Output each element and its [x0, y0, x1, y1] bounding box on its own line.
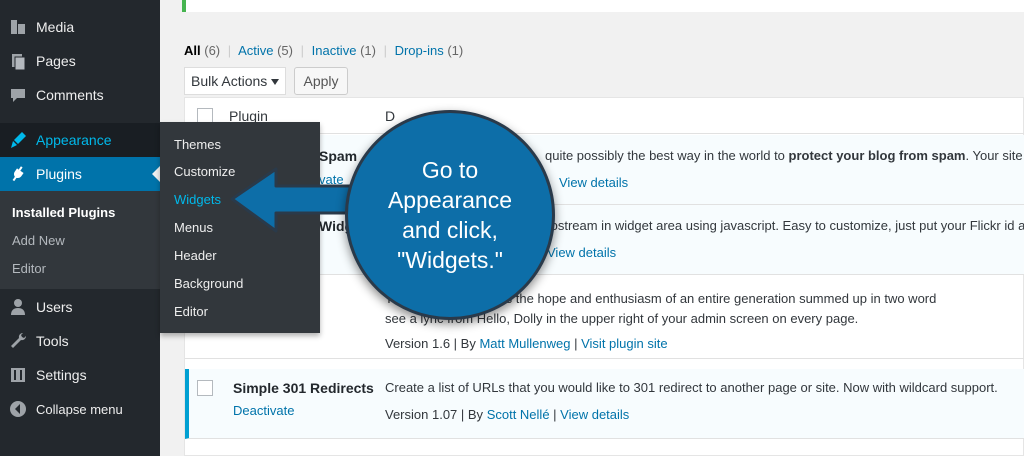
- sidebar-item-label: Pages: [36, 53, 76, 69]
- view-details-link[interactable]: View details: [559, 175, 628, 190]
- sidebar-item-settings[interactable]: Settings: [0, 358, 160, 392]
- sidebar-item-appearance[interactable]: Appearance: [0, 123, 160, 157]
- flyout-item-editor[interactable]: Editor: [174, 304, 208, 319]
- plugin-version: Version 1.07: [385, 407, 458, 422]
- sidebar-item-label: Comments: [36, 87, 104, 103]
- column-header-description: D: [385, 108, 396, 124]
- flyout-item-menus[interactable]: Menus: [174, 220, 213, 235]
- plugin-checkbox[interactable]: [197, 380, 213, 396]
- tools-icon: [0, 331, 36, 351]
- sidebar-item-label: Settings: [36, 367, 87, 383]
- sidebar-item-pages[interactable]: Pages: [0, 44, 160, 78]
- plugin-description: Create a list of URLs that you would lik…: [385, 380, 998, 395]
- comments-icon: [0, 85, 36, 105]
- apply-button[interactable]: Apply: [294, 67, 348, 95]
- bulk-actions-label: Bulk Actions: [191, 73, 268, 89]
- dropdown-arrow-icon: [271, 79, 279, 85]
- filter-separator: |: [227, 43, 232, 58]
- admin-notice: [182, 0, 1024, 12]
- media-icon: [0, 17, 36, 37]
- bulk-actions-select[interactable]: Bulk Actions: [184, 67, 286, 95]
- by-label: By: [467, 407, 484, 422]
- plugin-status-filters: All (6) | Active (5) | Inactive (1) | Dr…: [184, 43, 463, 58]
- sidebar-item-label: Tools: [36, 333, 69, 349]
- visit-plugin-site-link[interactable]: Visit plugin site: [581, 336, 667, 351]
- submenu-editor[interactable]: Editor: [12, 261, 46, 276]
- author-link[interactable]: Scott Nellé: [487, 407, 550, 422]
- view-details-link[interactable]: View details: [547, 245, 616, 260]
- flyout-item-background[interactable]: Background: [174, 276, 243, 291]
- plugin-name: Spam: [319, 148, 358, 164]
- deactivate-link[interactable]: vate: [319, 172, 344, 187]
- flyout-item-header[interactable]: Header: [174, 248, 217, 263]
- filter-separator: |: [300, 43, 304, 58]
- plugin-description: tostream in widget area using javascript…: [547, 218, 1024, 233]
- filter-all-count: (6): [204, 43, 221, 58]
- filter-dropins-count: (1): [447, 43, 464, 58]
- filter-active-count: (5): [277, 43, 293, 58]
- plugin-version: Version 1.6: [385, 336, 451, 351]
- sidebar-item-users[interactable]: Users: [0, 290, 160, 324]
- current-menu-caret: [152, 166, 160, 182]
- sidebar-item-label: Appearance: [36, 132, 112, 148]
- callout-line: "Widgets.": [397, 247, 503, 273]
- by-label: By: [460, 336, 476, 351]
- filter-all[interactable]: All: [184, 43, 201, 58]
- pages-icon: [0, 51, 36, 71]
- filter-separator: |: [383, 43, 387, 58]
- sidebar-item-media[interactable]: Media: [0, 10, 160, 44]
- admin-sidebar: Media Pages Comments Appearance Plugins …: [0, 0, 160, 456]
- filter-inactive-count: (1): [360, 43, 376, 58]
- sidebar-item-label: Media: [36, 19, 75, 35]
- sidebar-item-collapse[interactable]: Collapse menu: [0, 392, 160, 426]
- sidebar-item-tools[interactable]: Tools: [0, 324, 160, 358]
- description-text: . Your site: [965, 148, 1023, 163]
- plugin-name: Simple 301 Redirects: [233, 380, 374, 396]
- submenu-add-new[interactable]: Add New: [12, 233, 65, 248]
- plugin-meta: Version 1.6 | By Matt Mullenweg | Visit …: [385, 336, 668, 351]
- filter-inactive[interactable]: Inactive: [312, 43, 357, 58]
- appearance-flyout-menu: Themes Customize Widgets Menus Header Ba…: [160, 122, 320, 333]
- plugins-submenu: Installed Plugins Add New Editor: [0, 191, 160, 289]
- filter-active[interactable]: Active: [238, 43, 273, 58]
- plugin-meta: View details: [547, 245, 616, 260]
- deactivate-link[interactable]: Deactivate: [233, 403, 294, 418]
- callout-line: and click,: [402, 217, 498, 243]
- settings-icon: [0, 365, 36, 385]
- sidebar-item-label: Users: [36, 299, 73, 315]
- table-row: Simple 301 Redirects Deactivate Create a…: [185, 369, 1024, 439]
- flyout-item-customize[interactable]: Customize: [174, 164, 235, 179]
- users-icon: [0, 297, 36, 317]
- callout-line: Appearance: [387, 187, 513, 213]
- plugins-icon: [0, 164, 36, 184]
- collapse-icon: [0, 399, 36, 419]
- sidebar-item-label: Plugins: [36, 166, 82, 182]
- instruction-callout: Go to Appearance and click, "Widgets.": [345, 110, 555, 320]
- submenu-installed-plugins[interactable]: Installed Plugins: [12, 205, 115, 220]
- author-link[interactable]: Matt Mullenweg: [479, 336, 570, 351]
- callout-line: Go to: [421, 157, 479, 183]
- plugin-meta: Version 1.07 | By Scott Nellé | View det…: [385, 407, 630, 422]
- appearance-icon: [0, 130, 36, 150]
- view-details-link[interactable]: View details: [560, 407, 629, 422]
- plugin-description: quite possibly the best way in the world…: [545, 148, 1023, 163]
- flyout-item-themes[interactable]: Themes: [174, 137, 221, 152]
- description-text: quite possibly the best way in the world…: [545, 148, 789, 163]
- flyout-item-widgets[interactable]: Widgets: [174, 192, 221, 207]
- sidebar-item-plugins[interactable]: Plugins: [0, 157, 160, 191]
- sidebar-item-comments[interactable]: Comments: [0, 78, 160, 112]
- filter-dropins[interactable]: Drop-ins: [395, 43, 444, 58]
- plugin-meta: View details: [559, 175, 628, 190]
- sidebar-item-label: Collapse menu: [36, 401, 123, 417]
- description-bold: protect your blog from spam: [788, 148, 966, 163]
